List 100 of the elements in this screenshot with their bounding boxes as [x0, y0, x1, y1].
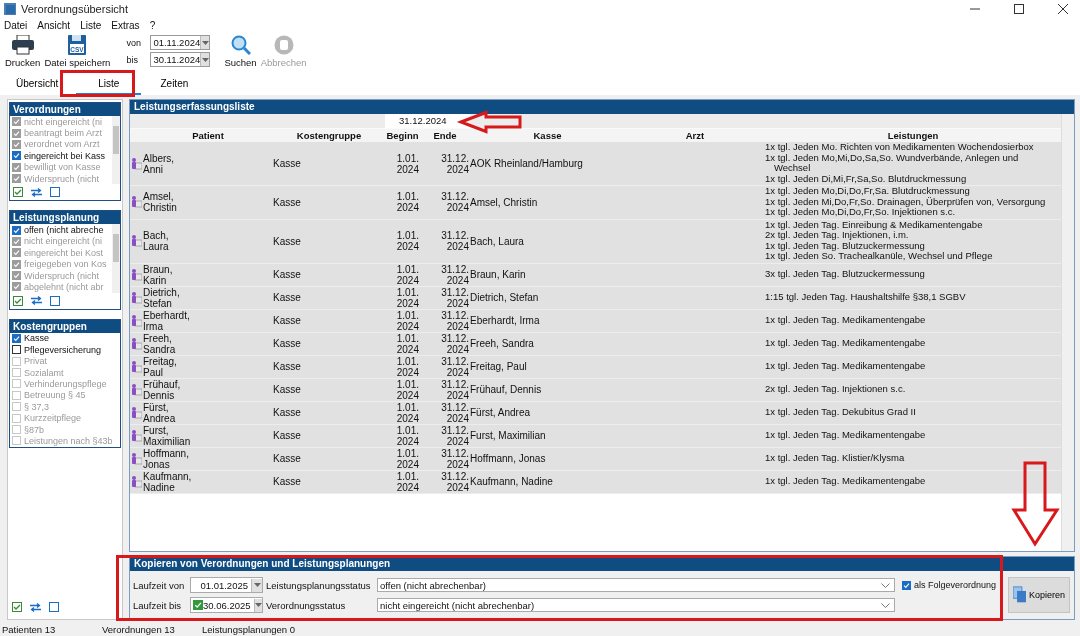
filter-label: Privat	[24, 356, 47, 367]
tab[interactable]: Übersicht	[6, 73, 69, 95]
date-label: von	[126, 37, 142, 48]
table-cell-text: 1.01. 2024	[395, 447, 419, 470]
filter-label: bewilligt von Kasse	[24, 162, 101, 173]
table-cell-text: 31.12. 2024	[440, 378, 469, 401]
table-cell: Braun, Karin	[470, 269, 526, 280]
column-header[interactable]: Arzt	[625, 129, 765, 142]
table-cell: Kaufmann, Nadine	[143, 470, 193, 493]
filter-label: Kurzzeitpflege	[24, 413, 82, 424]
table-cell-text: 1x tgl. Jeden Tag. Medikamentengabe	[765, 429, 927, 441]
date-field[interactable]: 30.11.2024	[150, 52, 211, 67]
close-icon[interactable]	[1058, 4, 1068, 14]
check-all-icon[interactable]	[13, 295, 23, 306]
dropdown-arrow-icon[interactable]	[201, 57, 209, 62]
filter-label: Leistungen nach §43b	[24, 435, 113, 446]
toolbar-button[interactable]: Suchen	[222, 35, 259, 68]
table-cell: Fürst, Andrea	[470, 407, 531, 418]
table-cell-text: Freeh, Sandra	[143, 332, 177, 355]
scrollbar[interactable]	[112, 224, 120, 293]
group-title: Kostengruppen	[10, 319, 120, 333]
swap-arrows-icon[interactable]	[30, 602, 41, 612]
table-cell-text: 2x tgl. Jeden Tag. Injektionen, i.m.	[765, 230, 909, 241]
dropdown-arrow-icon[interactable]	[253, 583, 261, 587]
column-header[interactable]: Patient	[143, 129, 273, 142]
table-cell-text: 31.12. 2024	[440, 401, 469, 424]
filter-label: verordnet vom Arzt	[24, 139, 100, 150]
menu-item[interactable]: Ansicht	[37, 19, 71, 31]
search-icon	[230, 35, 251, 55]
table-cell-text: 1x tgl. Jeden Tag. Medikamentengabe	[765, 475, 927, 487]
swap-arrows-icon[interactable]	[31, 187, 42, 197]
table-cell-text: Braun, Karin	[143, 263, 174, 286]
tab[interactable]: Zeiten	[149, 73, 200, 95]
filter-label: beantragt beim Arzt	[24, 128, 103, 139]
column-header[interactable]: Kasse	[470, 129, 625, 142]
check-all-icon[interactable]	[13, 187, 23, 198]
maximize-icon[interactable]	[1014, 4, 1024, 14]
table-cell-text: 31.12. 2024	[440, 263, 469, 286]
date-field[interactable]: 30.06.2025	[190, 597, 263, 613]
checkbox[interactable]	[12, 345, 21, 355]
uncheck-all-icon[interactable]	[49, 602, 59, 612]
table-cell-text: 1x tgl. Jeden So. Trachealkanüle, Wechsel und Pflege	[765, 251, 994, 262]
column-header[interactable]: Kostengruppe	[273, 129, 385, 142]
table-cell-text: Eberhardt, Irma	[143, 309, 191, 332]
table-cell-text: 1x tgl. Jeden Mo,Mi,Do,Sa,So. Wundverbände, Anlegen und Wechsel	[765, 152, 1020, 174]
status-text: Patienten 13	[2, 623, 57, 635]
table-cell: Freitag, Paul	[470, 361, 527, 372]
menu-item[interactable]: Datei	[4, 19, 28, 31]
filter-label: eingereicht bei Kass	[24, 150, 106, 161]
panel-title: Leistungserfassungsliste	[130, 100, 1074, 114]
dropdown-arrow-icon[interactable]	[254, 603, 262, 607]
table-cell: Bach, Laura	[470, 235, 524, 247]
table-cell-text: 31.12. 2024	[440, 230, 469, 252]
menu-item[interactable]: ?	[149, 19, 156, 31]
check-all-icon[interactable]	[12, 602, 22, 612]
copy-documents-icon	[1013, 585, 1026, 605]
uncheck-all-icon[interactable]	[50, 187, 60, 198]
menu-item[interactable]: Liste	[80, 19, 102, 31]
checkbox[interactable]	[902, 580, 911, 590]
table-cell-text: 1x tgl. Jeden Tag. Blutzuckermessung	[765, 240, 926, 251]
table-cell: Dietrich, Stefan	[470, 292, 539, 303]
menu-item[interactable]: Extras	[111, 19, 140, 31]
date-field[interactable]: 01.01.2025	[190, 577, 263, 593]
checkbox[interactable]	[12, 225, 21, 235]
table-cell-text: 1.01. 2024	[395, 401, 419, 424]
column-header[interactable]: Beginn	[385, 129, 420, 142]
table-cell-text: Frühauf, Dennis	[143, 378, 182, 401]
table-cell-text: 1.01. 2024	[395, 332, 419, 355]
checkbox[interactable]	[12, 151, 21, 161]
table-cell-text: 1x tgl. Jeden Tag. Einreibung & Medikamentengabe	[765, 219, 984, 230]
table-cell-text: 1x tgl. Jeden Tag. Klistier/Klysma	[765, 452, 906, 464]
uncheck-all-icon[interactable]	[50, 295, 60, 306]
table-cell-text: 31.12. 2024	[440, 424, 469, 447]
table-cell: Amsel, Christin	[470, 196, 538, 208]
status-dropdown[interactable]: nicht eingereicht (nicht abrechenbar)	[377, 598, 895, 612]
table-cell: Kasse	[273, 196, 301, 208]
toolbar-button[interactable]: Drucken	[3, 35, 43, 68]
filter-label: Kasse	[24, 333, 49, 344]
table-cell: Kasse	[273, 407, 301, 418]
scrollbar[interactable]	[112, 116, 120, 185]
swap-arrows-icon[interactable]	[31, 296, 42, 306]
table-cell-text: Amsel, Christin	[143, 191, 178, 214]
table-cell: Kasse	[273, 235, 301, 247]
table-cell: Kasse	[273, 269, 301, 280]
column-header[interactable]: Ende	[420, 129, 470, 142]
column-header[interactable]: Leistungen	[765, 129, 1061, 142]
copy-button[interactable]: Kopieren	[1008, 577, 1070, 613]
status-text: Verordnungen 13	[102, 623, 176, 635]
table-cell: Kasse	[273, 384, 301, 395]
filter-label: offen (nicht abreche	[24, 225, 104, 236]
checkbox[interactable]	[193, 600, 203, 610]
status-dropdown[interactable]: offen (nicht abrechenbar)	[377, 578, 895, 592]
table-cell: Kasse	[273, 338, 301, 349]
table-cell-text: 1.01. 2024	[395, 378, 419, 401]
date-field[interactable]: 01.11.2024	[150, 35, 211, 50]
scrollbar[interactable]	[1061, 114, 1074, 551]
dropdown-arrow-icon[interactable]	[201, 40, 209, 45]
table-cell-text: 1x tgl. Jeden Mo. Richten von Medikamenten Wochendosierbox	[765, 142, 1035, 153]
checkbox[interactable]	[12, 333, 21, 343]
tab[interactable]: Liste	[76, 73, 142, 95]
